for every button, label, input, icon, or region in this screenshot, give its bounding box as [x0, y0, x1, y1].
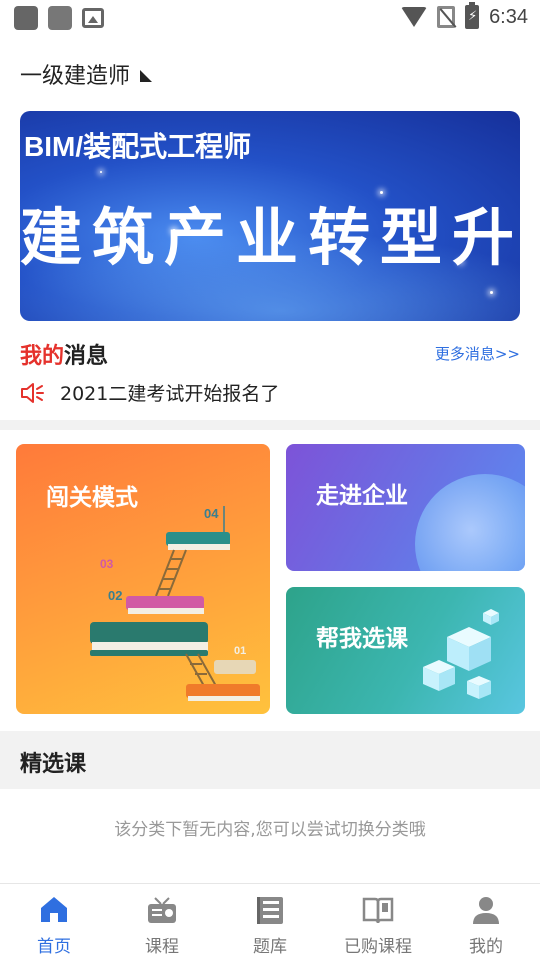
- message-item[interactable]: 2021二建考试开始报名了: [20, 379, 279, 406]
- notification-app-icon: [14, 6, 38, 30]
- more-messages-link[interactable]: 更多消息>>: [435, 343, 520, 364]
- banner-sparkle: [490, 291, 493, 294]
- nav-home[interactable]: 首页: [0, 884, 108, 960]
- books-stairs-illustration: 04 03 02 01: [90, 506, 260, 701]
- course-picker-card[interactable]: 帮我选课: [286, 587, 525, 714]
- category-label: 一级建造师: [20, 64, 131, 89]
- speaker-icon: [20, 381, 46, 405]
- svg-text:02: 02: [108, 588, 122, 603]
- question-bank-icon: [254, 894, 286, 926]
- section-divider: [0, 420, 540, 430]
- category-selector[interactable]: 一级建造师: [20, 58, 153, 90]
- svg-text:01: 01: [234, 645, 246, 657]
- status-time: 6:34: [489, 5, 528, 28]
- empty-state-text: 该分类下暂无内容,您可以尝试切换分类哦: [114, 820, 426, 840]
- course-picker-label: 帮我选课: [316, 626, 408, 652]
- enterprise-label: 走进企业: [316, 483, 408, 509]
- image-notification-icon: [82, 8, 104, 28]
- banner-sparkle: [100, 171, 102, 173]
- dropdown-corner-icon: [140, 70, 153, 82]
- messages-title: 我的消息: [20, 344, 109, 369]
- wifi-icon: [401, 7, 428, 27]
- nav-courses[interactable]: 课程: [108, 884, 216, 960]
- nav-purchased[interactable]: 已购课程: [324, 884, 432, 960]
- notification-square-icon: [48, 6, 72, 30]
- home-icon: [38, 894, 70, 926]
- radio-icon: [146, 894, 178, 926]
- banner-headline: 建筑产业转型升级: [20, 201, 520, 274]
- cubes-icon: [423, 609, 499, 699]
- nav-label: 已购课程: [344, 937, 412, 957]
- nav-label: 题库: [253, 937, 287, 957]
- banner-title: BIM/装配式工程师: [24, 131, 252, 162]
- promo-banner[interactable]: BIM/装配式工程师 建筑产业转型升级: [20, 111, 520, 321]
- featured-courses-title: 精选课: [20, 752, 87, 777]
- svg-text:04: 04: [204, 506, 219, 521]
- bottom-navigation: 首页 课程 题库 已购课程 我的: [0, 883, 540, 960]
- nav-profile[interactable]: 我的: [432, 884, 540, 960]
- battery-charging-icon: ⚡: [465, 2, 480, 29]
- globe-icon: [415, 474, 525, 571]
- status-bar: ⚡ 6:34: [0, 0, 540, 36]
- featured-courses-header: 精选课: [0, 731, 540, 789]
- enterprise-card[interactable]: 走进企业: [286, 444, 525, 571]
- person-icon: [470, 894, 502, 926]
- nav-label: 我的: [469, 937, 503, 957]
- message-text: 2021二建考试开始报名了: [60, 383, 280, 405]
- nav-label: 课程: [145, 937, 179, 957]
- book-icon: [362, 894, 394, 926]
- challenge-mode-card[interactable]: 闯关模式 04 03 02 01: [16, 444, 270, 714]
- nav-label: 首页: [37, 937, 71, 957]
- svg-text:03: 03: [100, 557, 114, 571]
- no-sim-icon: [437, 6, 456, 28]
- nav-question-bank[interactable]: 题库: [216, 884, 324, 960]
